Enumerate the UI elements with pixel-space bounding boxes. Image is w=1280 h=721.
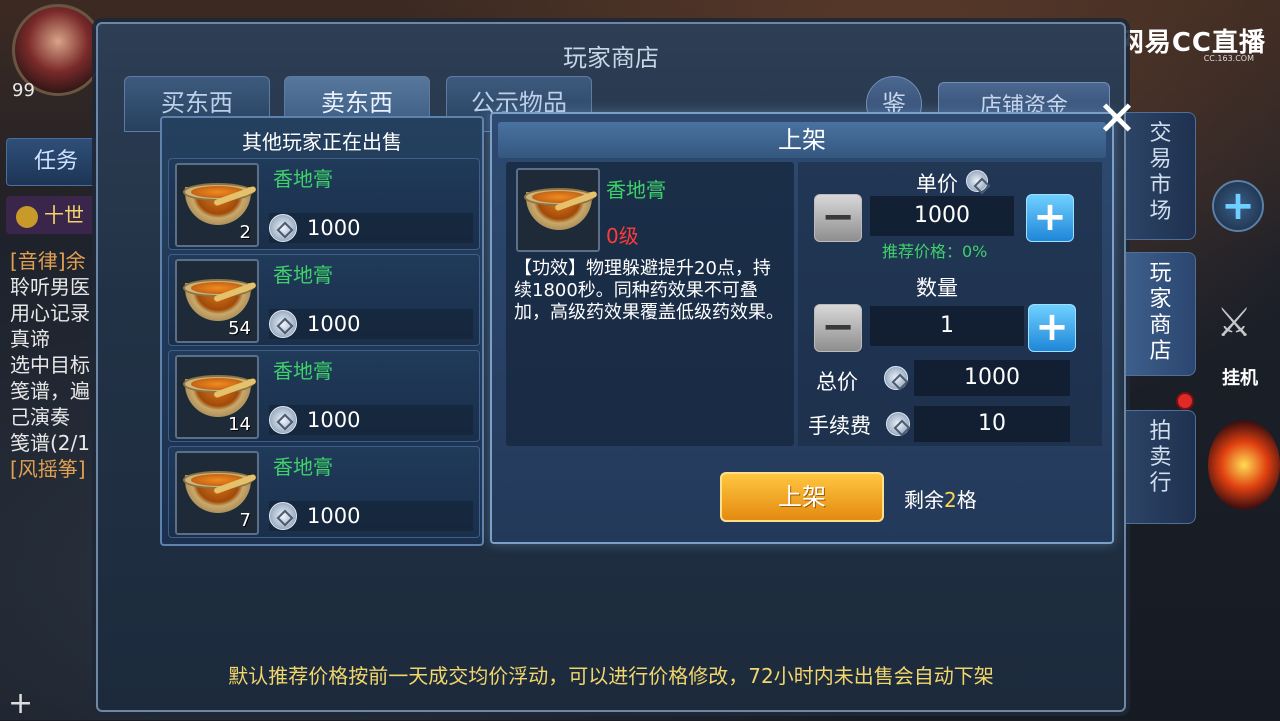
total-price-label: 总价 [816,370,858,394]
medicine-bowl-icon: 54 [175,259,259,343]
side-tab-auction[interactable]: 拍卖行 [1126,410,1196,524]
fee-value: 10 [914,406,1070,442]
quest-line: [风摇筝] [10,457,86,481]
quantity-field[interactable]: 1 [870,306,1024,346]
item-price: 1000 [307,312,361,336]
expand-plus-icon[interactable] [1212,180,1264,232]
others-selling-title: 其他玩家正在出售 [242,130,402,154]
list-item[interactable]: 2 香地膏 1000 [168,158,480,250]
stream-watermark-url: CC.163.COM [1203,54,1254,63]
medicine-bowl-icon [516,168,600,252]
medicine-bowl-icon: 7 [175,451,259,535]
others-selling-panel: 其他玩家正在出售 2 香地膏 1000 54 香地膏 1000 14 香地膏 1… [160,116,484,546]
quest-line: 笺谱，遍 [10,379,90,403]
item-name: 香地膏 [273,167,333,191]
quantity-plus-button[interactable]: + [1028,304,1076,352]
list-item[interactable]: 54 香地膏 1000 [168,254,480,346]
unit-price-plus-button[interactable]: + [1026,194,1074,242]
quest-line: [音律]余 [10,249,86,273]
remaining-prefix: 剩余 [904,488,944,512]
silver-coin-icon [269,310,297,338]
remaining-slots: 剩余2格 [904,484,977,513]
item-price: 1000 [307,408,361,432]
unit-price-minus-button[interactable]: − [814,194,862,242]
player-level: 99 [12,80,35,101]
dialog-header: 上架 [498,122,1106,158]
total-price-value: 1000 [914,360,1070,396]
side-tab-label: 玩家商店 [1149,261,1172,364]
silver-coin-icon [884,366,908,390]
side-tab-player-shop[interactable]: 玩家商店 [1126,252,1196,376]
gold-coin-icon [16,205,38,228]
item-price-row: 1000 [269,405,473,435]
remaining-suffix: 格 [956,488,977,512]
list-item[interactable]: 7 香地膏 1000 [168,446,480,538]
quest-line: 己演奏 [10,405,70,429]
item-detail-box: 香地膏 0级 【功效】物理躲避提升20点，持续1800秒。同种药效果不可叠加，高… [506,162,794,446]
silver-coin-icon [269,406,297,434]
price-area: 单价 − 1000 + 推荐价格：0% 数量 − 1 + 总价 1000 手续费… [798,162,1102,446]
detail-item-name: 香地膏 [606,178,666,202]
quantity-minus-button[interactable]: − [814,304,862,352]
side-tab-label: 拍卖行 [1149,419,1172,496]
auto-battle-label[interactable]: 挂机 [1222,364,1258,390]
medicine-bowl-icon: 14 [175,355,259,439]
list-item[interactable]: 14 香地膏 1000 [168,350,480,442]
remaining-count: 2 [944,488,957,512]
side-tab-label: 交易市场 [1149,121,1172,224]
quest-line: 聆听男医 [10,275,90,299]
item-name: 香地膏 [273,455,333,479]
list-item-button[interactable]: 上架 [720,472,884,522]
detail-item-description: 【功效】物理躲避提升20点，持续1800秒。同种药效果不可叠加，高级药效果覆盖低… [514,258,784,323]
quantity-label: 数量 [916,276,958,300]
shop-title: 玩家商店 [563,44,659,72]
silver-coin-icon [966,170,988,192]
bottom-plus-icon[interactable]: + [8,686,33,721]
quest-line: 笺谱(2/1 [10,431,90,455]
listing-dialog: 上架 香地膏 0级 【功效】物理躲避提升20点，持续1800秒。同种药效果不可叠… [490,112,1114,544]
quest-line: 用心记录 [10,301,90,325]
item-price-row: 1000 [269,501,473,531]
item-name: 香地膏 [273,359,333,383]
item-price: 1000 [307,216,361,240]
fire-skill-icon[interactable] [1208,420,1280,510]
item-name: 香地膏 [273,263,333,287]
unit-price-field[interactable]: 1000 [870,196,1014,236]
fee-label: 手续费 [808,414,871,438]
item-quantity: 2 [239,222,251,243]
notification-dot [1176,392,1194,410]
detail-item-level: 0级 [606,224,639,248]
item-price-row: 1000 [269,213,473,243]
item-quantity: 54 [228,318,251,339]
item-quantity: 7 [239,510,251,531]
silver-coin-icon [886,412,910,436]
silver-coin-icon [269,214,297,242]
silver-coin-icon [269,502,297,530]
quest-line: 真谛 [10,327,50,351]
quest-line: 选中目标 [10,353,90,377]
footer-tip: 默认推荐价格按前一天成交均价浮动，可以进行价格修改，72小时内未出售会自动下架 [228,664,994,688]
gold-label: 十世 [44,203,84,227]
medicine-bowl-icon: 2 [175,163,259,247]
task-tab[interactable]: 任务 [6,138,106,186]
quest-tracker[interactable]: [音律]余 聆听男医 用心记录 真谛 选中目标 笺谱，遍 己演奏 笺谱(2/1 … [10,248,110,482]
dialog-title: 上架 [778,126,826,154]
item-price: 1000 [307,504,361,528]
item-quantity: 14 [228,414,251,435]
unit-price-label: 单价 [916,172,958,196]
close-icon[interactable]: ✕ [1092,95,1142,146]
item-price-row: 1000 [269,309,473,339]
crossed-swords-icon[interactable]: ⚔ [1210,300,1258,356]
recommend-price-text: 推荐价格：0% [882,242,988,261]
